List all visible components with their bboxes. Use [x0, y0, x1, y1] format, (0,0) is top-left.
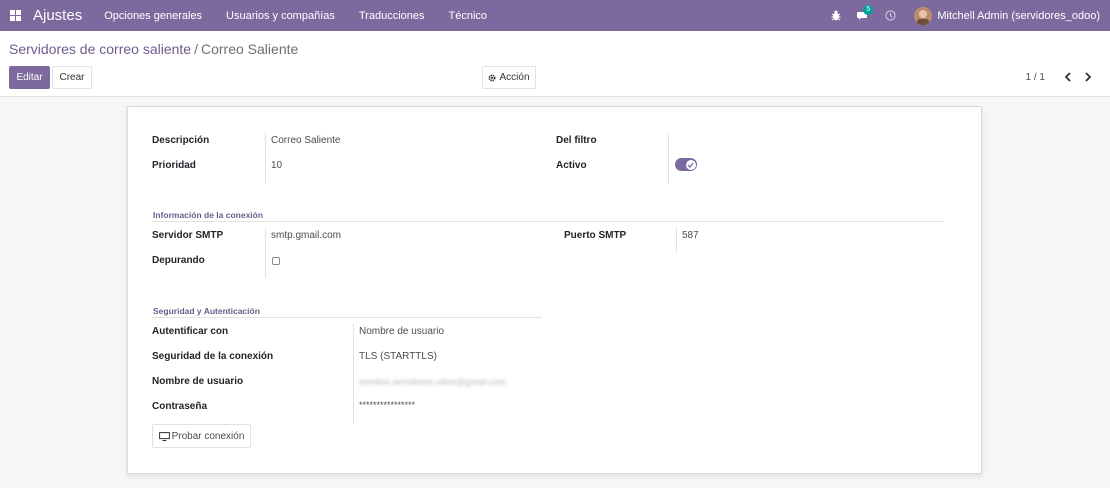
user-avatar[interactable] — [914, 6, 933, 25]
smtp-server-label: Servidor SMTP — [152, 230, 224, 241]
description-label: Descripción — [152, 135, 210, 146]
conn-security-field[interactable]: TLS (STARTTLS) — [359, 351, 437, 362]
monitor-icon — [158, 431, 170, 441]
menu-traducciones[interactable]: Traducciones — [359, 10, 425, 22]
control-panel: Servidores de correo saliente / Correo Sal… — [0, 31, 1110, 97]
debug-checkbox[interactable] — [272, 257, 280, 265]
field-separator — [676, 228, 677, 252]
test-connection-label: Probar conexión — [171, 430, 245, 442]
smtp-server-field[interactable]: smtp.gmail.com — [271, 230, 341, 241]
chat-icon[interactable]: 5 — [857, 4, 874, 21]
active-label: Activo — [556, 160, 587, 171]
connection-section-title: Información de la conexión — [153, 210, 264, 220]
smtp-port-field[interactable]: 587 — [682, 230, 699, 241]
security-section-title: Seguridad y Autenticación — [153, 306, 260, 316]
chevron-right-icon — [1085, 72, 1092, 82]
debug-label: Depurando — [152, 255, 205, 266]
priority-label: Prioridad — [152, 160, 196, 171]
test-connection-button[interactable]: Probar conexión — [152, 424, 251, 448]
breadcrumb-parent-link[interactable]: Servidores de correo saliente — [9, 41, 191, 57]
pager-next-button[interactable] — [1080, 67, 1096, 87]
gear-icon — [488, 74, 496, 81]
chevron-left-icon — [1064, 72, 1071, 82]
menu-opciones-generales[interactable]: Opciones generales — [104, 10, 202, 22]
clock-icon[interactable] — [885, 10, 896, 21]
username-label: Nombre de usuario — [152, 376, 244, 387]
form-sheet: Descripción Correo Saliente Prioridad 10… — [127, 106, 982, 474]
conn-security-label: Seguridad de la conexión — [152, 351, 274, 362]
toggle-knob — [685, 159, 696, 170]
check-icon — [687, 162, 694, 168]
section-divider — [152, 317, 542, 318]
smtp-port-label: Puerto SMTP — [564, 230, 627, 241]
app-title[interactable]: Ajustes — [33, 7, 82, 24]
edit-button[interactable]: Editar — [9, 66, 50, 89]
field-separator — [265, 228, 266, 278]
description-field[interactable]: Correo Saliente — [271, 135, 340, 146]
field-separator — [668, 133, 669, 183]
breadcrumb-current: Correo Saliente — [201, 41, 299, 57]
breadcrumb-separator: / — [194, 41, 198, 57]
create-button[interactable]: Crear — [52, 66, 92, 89]
user-name[interactable]: Mitchell Admin (servidores_odoo) — [937, 10, 1100, 22]
action-button-label: Acción — [499, 72, 530, 83]
top-navbar: Ajustes Opciones generales Usuarios y co… — [0, 0, 1110, 31]
password-label: Contraseña — [152, 401, 208, 412]
bug-icon[interactable] — [831, 10, 841, 21]
filter-label: Del filtro — [556, 135, 597, 146]
action-button[interactable]: Acción — [482, 66, 536, 89]
messages-badge: 5 — [863, 4, 874, 15]
menu-usuarios-companias[interactable]: Usuarios y compañías — [226, 10, 335, 22]
username-field[interactable]: nombre.servidores.odoo@gmail.com — [359, 377, 506, 387]
priority-field[interactable]: 10 — [271, 160, 282, 171]
auth-field[interactable]: Nombre de usuario — [359, 326, 444, 337]
auth-label: Autentificar con — [152, 326, 229, 337]
password-field[interactable]: **************** — [359, 400, 415, 410]
section-divider — [152, 221, 944, 222]
field-separator — [265, 133, 266, 183]
pager-previous-button[interactable] — [1060, 67, 1076, 87]
active-toggle[interactable] — [675, 158, 697, 171]
apps-grid-icon[interactable] — [10, 10, 21, 21]
breadcrumb: Servidores de correo saliente / Correo Sal… — [9, 41, 298, 57]
field-separator — [353, 324, 354, 424]
menu-tecnico[interactable]: Técnico — [449, 10, 488, 22]
pager-value[interactable]: 1 / 1 — [1026, 72, 1045, 83]
